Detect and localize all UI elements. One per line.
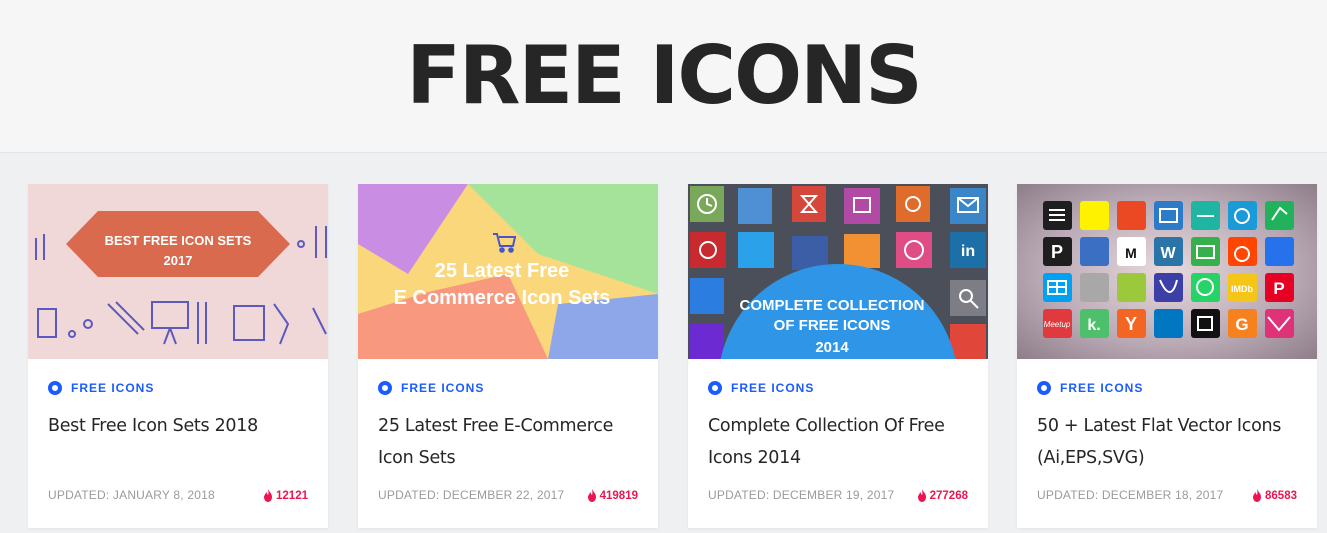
view-count-value: 419819 <box>599 489 638 502</box>
svg-text:in: in <box>961 243 975 260</box>
post-thumbnail[interactable]: BEST FREE ICON SETS 2017 <box>28 184 328 359</box>
view-count: 419819 <box>587 489 638 502</box>
updated-date: UPDATED: DECEMBER 18, 2017 <box>1037 488 1224 502</box>
view-count: 86583 <box>1252 489 1297 502</box>
view-count-value: 12121 <box>276 489 308 502</box>
category-link[interactable]: FREE ICONS <box>48 380 154 396</box>
svg-text:P: P <box>1051 242 1063 262</box>
post-thumbnail[interactable]: in COMPLETE COLLECTION OF FREE ICONS 201… <box>688 184 988 359</box>
category-link[interactable]: FREE ICONS <box>708 380 814 396</box>
flame-icon <box>587 489 596 502</box>
view-count-value: 86583 <box>1265 489 1297 502</box>
category-dot-icon <box>1037 381 1051 395</box>
post-title[interactable]: Best Free Icon Sets 2018 <box>48 410 318 442</box>
post-title[interactable]: 25 Latest Free E-Commerce Icon Sets <box>378 410 648 474</box>
svg-text:M: M <box>1125 245 1137 261</box>
category-dot-icon <box>708 381 722 395</box>
post-title[interactable]: Complete Collection Of Free Icons 2014 <box>708 410 978 474</box>
svg-text:Y: Y <box>1125 314 1137 334</box>
thumbnail-text: COMPLETE COLLECTION <box>740 297 925 314</box>
category-link[interactable]: FREE ICONS <box>1037 380 1143 396</box>
svg-text:G: G <box>1235 315 1248 334</box>
thumbnail-text: BEST FREE ICON SETS <box>105 233 252 248</box>
svg-text:W: W <box>1160 245 1176 262</box>
thumbnail-text: 25 Latest Free <box>435 260 570 282</box>
post-card-complete-collection[interactable]: in COMPLETE COLLECTION OF FREE ICONS 201… <box>688 184 988 528</box>
category-label[interactable]: FREE ICONS <box>731 381 814 395</box>
flame-icon <box>917 489 926 502</box>
category-label[interactable]: FREE ICONS <box>71 381 154 395</box>
flame-icon <box>264 489 273 502</box>
svg-text:P: P <box>1273 279 1284 298</box>
updated-date: UPDATED: JANUARY 8, 2018 <box>48 488 215 502</box>
post-thumbnail[interactable]: P M W k. Y G P IMDb Meetup <box>1017 184 1317 359</box>
category-dot-icon <box>378 381 392 395</box>
view-count-value: 277268 <box>929 489 968 502</box>
post-card-flat-vector-icons[interactable]: P M W k. Y G P IMDb Meetup FREE ICONS 50… <box>1017 184 1317 528</box>
page-header: FREE ICONS <box>0 0 1327 153</box>
page-title: FREE ICONS <box>406 29 922 122</box>
view-count: 277268 <box>917 489 968 502</box>
view-count: 12121 <box>263 489 308 502</box>
thumbnail-text: OF FREE ICONS <box>774 317 891 334</box>
post-card-ecommerce-icon-sets[interactable]: 25 Latest Free E Commerce Icon Sets FREE… <box>358 184 658 528</box>
thumbnail-text: 2017 <box>164 253 193 268</box>
svg-text:k.: k. <box>1087 317 1100 334</box>
category-dot-icon <box>48 381 62 395</box>
thumbnail-text: E Commerce Icon Sets <box>394 287 611 309</box>
post-card-best-free-icon-sets[interactable]: BEST FREE ICON SETS 2017 FREE ICONS Best… <box>28 184 328 528</box>
updated-date: UPDATED: DECEMBER 19, 2017 <box>708 488 895 502</box>
thumbnail-text: 2014 <box>815 339 849 356</box>
flame-icon <box>1253 489 1262 502</box>
thumbnail-text: Meetup <box>1044 320 1071 329</box>
category-link[interactable]: FREE ICONS <box>378 380 484 396</box>
category-label[interactable]: FREE ICONS <box>1060 381 1143 395</box>
post-title[interactable]: 50 + Latest Flat Vector Icons (Ai,EPS,SV… <box>1037 410 1307 474</box>
updated-date: UPDATED: DECEMBER 22, 2017 <box>378 488 565 502</box>
category-label[interactable]: FREE ICONS <box>401 381 484 395</box>
post-thumbnail[interactable]: 25 Latest Free E Commerce Icon Sets <box>358 184 658 359</box>
svg-text:IMDb: IMDb <box>1231 284 1253 294</box>
